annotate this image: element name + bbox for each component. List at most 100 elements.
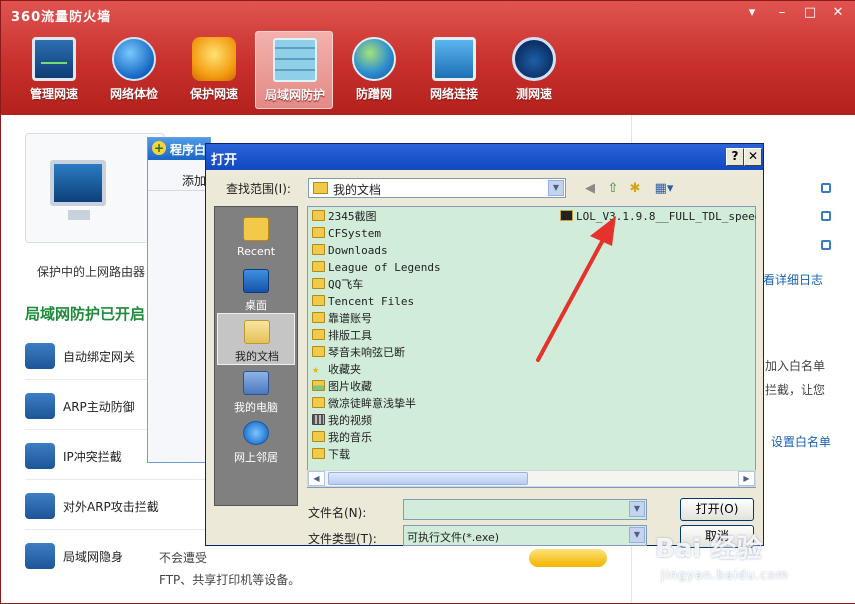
list-item[interactable]: 靠谱账号	[312, 311, 552, 327]
video-folder-icon	[312, 414, 325, 425]
place-network[interactable]: 网上邻居	[217, 415, 295, 467]
list-item[interactable]: 排版工具	[312, 328, 552, 344]
file-name: 微凉徒眸意浅挚半	[328, 397, 416, 410]
list-item[interactable]: 图片收藏	[312, 379, 552, 395]
file-name: LOL_V3.1.9.8__FULL_TDL_speeded	[576, 210, 756, 223]
scroll-thumb[interactable]	[328, 472, 528, 485]
folder-icon	[312, 448, 325, 459]
tool-anti-leech[interactable]: 防蹭网	[335, 31, 413, 109]
program-dialog-title: 程序白	[170, 143, 207, 157]
router-label: 保护中的上网路由器	[37, 265, 146, 279]
minimize-icon[interactable]: –	[771, 4, 793, 22]
maximize-icon[interactable]: □	[799, 4, 821, 22]
whitelist-hint-line2: 拦截，让您	[765, 383, 826, 397]
help-button[interactable]: ?	[726, 148, 744, 166]
back-arrow-icon[interactable]: ◀	[582, 181, 598, 197]
divider	[148, 190, 210, 191]
tool-label: 防蹭网	[355, 87, 392, 101]
speed-gauge-icon	[512, 37, 556, 81]
lightning-shield-icon	[192, 37, 236, 81]
checkbox-icon[interactable]	[821, 183, 831, 193]
network-screen-icon	[432, 37, 476, 81]
firewall-wall-icon	[273, 38, 317, 82]
file-name: 琴音未响弦已断	[328, 346, 405, 359]
file-name: Tencent Files	[328, 295, 415, 308]
tool-network-check[interactable]: 网络体检	[95, 31, 173, 109]
list-item[interactable]: 微凉徒眸意浅挚半	[312, 396, 552, 412]
file-type-label: 文件类型(T):	[308, 532, 377, 546]
router-monitor-icon	[50, 160, 106, 220]
folder-icon	[312, 346, 325, 357]
tool-manage-speed[interactable]: 管理网速	[15, 31, 93, 109]
list-item[interactable]: Downloads	[312, 243, 552, 259]
list-item[interactable]: 2345截图	[312, 209, 552, 225]
view-log-link[interactable]: 看详细日志	[763, 271, 823, 288]
exe-file-item[interactable]: LOL_V3.1.9.8__FULL_TDL_speeded	[560, 209, 756, 225]
menu-icon[interactable]: ▾	[741, 4, 763, 22]
horizontal-scrollbar[interactable]: ◀ ▶	[307, 470, 756, 487]
add-program-button[interactable]: 添加	[182, 172, 206, 189]
watermark-url: jingyan.baidu.com	[661, 568, 789, 582]
look-in-dropdown[interactable]: 我的文档 ▼	[308, 178, 566, 198]
main-toolbar: 管理网速 网络体检 保护网速 局域网防护 防蹭网 网络连接 测网速	[1, 31, 855, 111]
pulse-icon	[25, 493, 55, 519]
open-button[interactable]: 打开(O)	[680, 498, 754, 521]
feature-label: 对外ARP攻击拦截	[63, 500, 159, 514]
app-title: 360流量防火墙	[11, 10, 112, 25]
file-name-input[interactable]	[403, 499, 647, 520]
place-label: 我的文档	[235, 350, 279, 363]
chevron-down-icon[interactable]: ▼	[548, 180, 564, 196]
checkbox-icon[interactable]	[821, 211, 831, 221]
new-folder-icon[interactable]: ✱	[627, 181, 643, 197]
close-button[interactable]: ✕	[744, 148, 762, 166]
folder-icon	[312, 295, 325, 306]
list-item[interactable]: QQ飞车	[312, 277, 552, 293]
place-label: 我的电脑	[234, 401, 278, 414]
set-whitelist-link[interactable]: 设置白名单	[771, 433, 831, 450]
folder-icon	[313, 182, 328, 194]
checkbox-icon[interactable]	[821, 240, 831, 250]
feature-outbound-arp-block: 对外ARP攻击拦截	[25, 491, 165, 521]
stealth-description-line2: FTP、共享打印机等设备。	[159, 573, 301, 587]
list-item[interactable]: 琴音未响弦已断	[312, 345, 552, 361]
music-folder-icon	[312, 431, 325, 442]
list-item[interactable]: 我的音乐	[312, 430, 552, 446]
file-list[interactable]: 2345截图 CFSystem Downloads League of Lege…	[307, 206, 756, 488]
list-item[interactable]: 我的视频	[312, 413, 552, 429]
file-name: 2345截图	[328, 210, 377, 223]
list-item[interactable]: Tencent Files	[312, 294, 552, 310]
tool-protect-speed[interactable]: 保护网速	[175, 31, 253, 109]
open-dialog-titlebar[interactable]: 打开 ? ✕	[206, 144, 763, 170]
recent-folder-icon	[243, 217, 269, 241]
place-my-computer[interactable]: 我的电脑	[217, 365, 295, 417]
chevron-down-icon[interactable]: ▼	[629, 527, 645, 543]
view-menu-icon[interactable]: ▦▾	[652, 181, 676, 197]
stealth-toggle-button[interactable]	[529, 549, 607, 567]
place-recent[interactable]: Recent	[217, 211, 295, 263]
up-folder-icon[interactable]: ⇧	[605, 181, 621, 197]
folder-icon	[312, 278, 325, 289]
list-item[interactable]: 下载	[312, 447, 552, 463]
chevron-down-icon[interactable]: ▼	[629, 501, 645, 517]
list-item[interactable]: League of Legends	[312, 260, 552, 276]
close-icon[interactable]: ✕	[827, 4, 849, 22]
look-in-label: 查找范围(I):	[226, 182, 291, 196]
place-my-documents[interactable]: 我的文档	[217, 313, 295, 365]
favorites-star-icon: ★	[312, 362, 320, 376]
file-name: 靠谱账号	[328, 312, 372, 325]
scroll-left-icon[interactable]: ◀	[308, 471, 325, 486]
tool-network-connections[interactable]: 网络连接	[415, 31, 493, 109]
list-item[interactable]: CFSystem	[312, 226, 552, 242]
place-desktop[interactable]: 桌面	[217, 263, 295, 315]
file-name: QQ飞车	[328, 278, 364, 291]
tool-speed-test[interactable]: 测网速	[495, 31, 573, 109]
tool-label: 保护网速	[189, 87, 238, 101]
list-item[interactable]: ★ 收藏夹	[312, 362, 552, 378]
server-lock-icon	[25, 343, 55, 369]
scroll-right-icon[interactable]: ▶	[738, 471, 755, 486]
shield-icon	[25, 393, 55, 419]
file-type-dropdown[interactable]: 可执行文件(*.exe) ▼	[403, 525, 647, 546]
lol-exe-icon	[560, 210, 573, 221]
feature-label: IP冲突拦截	[63, 450, 122, 464]
tool-lan-protect[interactable]: 局域网防护	[255, 31, 333, 109]
